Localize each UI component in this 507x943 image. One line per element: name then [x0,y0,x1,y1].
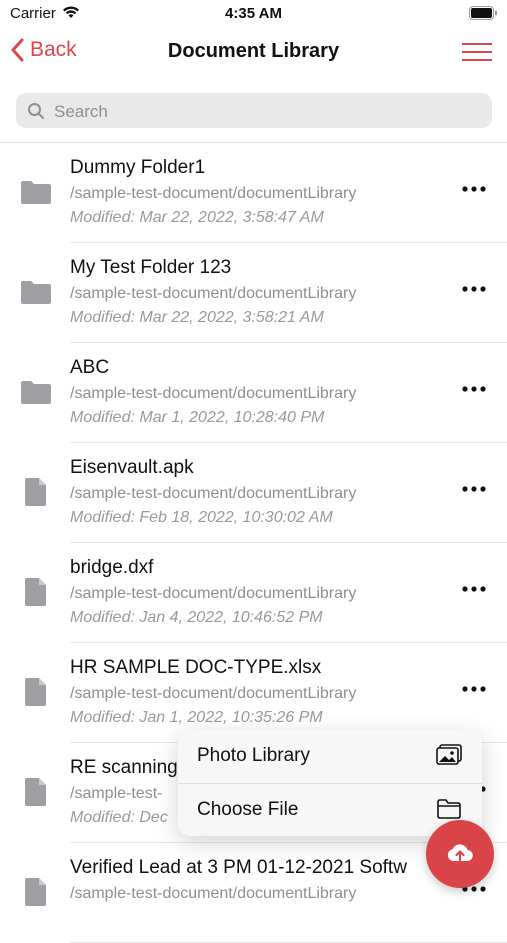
item-modified: Modified: Mar 1, 2022, 10:28:40 PM [70,409,325,426]
file-icon [24,677,56,706]
item-path: /sample-test-document/documentLibrary [70,585,357,602]
photo-library-icon [436,744,462,771]
item-modified: Modified: Mar 22, 2022, 3:58:47 AM [70,209,324,226]
file-icon [24,877,56,906]
item-path: /sample-test-document/documentLibrary [70,285,357,302]
more-horizontal-icon[interactable] [461,479,487,499]
file-icon [24,477,56,506]
item-title: My Test Folder 123 [70,257,232,278]
search-input[interactable] [52,93,486,130]
folder-icon [20,379,52,407]
photo-library-label: Photo Library [197,745,311,766]
search-icon [27,102,45,125]
item-path: /sample-test-document/documentLibrary [70,185,357,202]
choose-file-label: Choose File [197,799,299,820]
item-modified: Modified: Jan 1, 2022, 10:35:26 PM [70,709,323,726]
item-modified: Modified: Jan 4, 2022, 10:46:52 PM [70,609,323,626]
list-item[interactable]: My Test Folder 123/sample-test-document/… [0,243,507,343]
list-item[interactable]: ABC/sample-test-document/documentLibrary… [0,343,507,443]
list-item[interactable]: Dummy Folder1/sample-test-document/docum… [0,143,507,243]
item-modified: Modified: Feb 18, 2022, 10:30:02 AM [70,509,333,526]
list-item[interactable]: bridge.dxf/sample-test-document/document… [0,543,507,643]
more-horizontal-icon[interactable] [461,179,487,199]
item-title: RE scanning [70,757,178,778]
more-horizontal-icon[interactable] [461,679,487,699]
more-horizontal-icon[interactable] [461,379,487,399]
item-path: /sample-test-document/documentLibrary [70,685,357,702]
item-path: /sample-test-document/documentLibrary [70,485,357,502]
item-title: HR SAMPLE DOC-TYPE.xlsx [70,657,322,678]
status-bar: Carrier 4:35 AM [0,0,507,28]
more-horizontal-icon[interactable] [461,279,487,299]
upload-button[interactable] [426,820,494,888]
item-path: /sample-test-document/documentLibrary [70,385,357,402]
file-icon [24,577,56,606]
file-icon [24,777,56,806]
search-bar [16,93,492,130]
more-horizontal-icon[interactable] [461,579,487,599]
hamburger-menu-icon[interactable] [462,42,492,67]
upload-menu: Photo Library Choose File [178,730,482,836]
battery-icon [469,6,498,25]
status-time: 4:35 AM [225,5,282,22]
navigation-bar: Back Document Library [0,28,507,78]
item-title: Verified Lead at 3 PM 01-12-2021 Softw [70,857,407,878]
item-path: /sample-test-document/documentLibrary [70,885,357,902]
list-item[interactable]: Eisenvault.apk/sample-test-document/docu… [0,443,507,543]
item-title: Eisenvault.apk [70,457,194,478]
item-title: ABC [70,357,110,378]
page-title: Document Library [167,40,340,62]
folder-icon [20,179,52,207]
item-modified: Modified: Dec [70,809,168,826]
cloud-upload-icon [447,844,473,862]
item-title: bridge.dxf [70,557,154,578]
photo-library-option[interactable]: Photo Library [178,730,482,783]
folder-icon [20,279,52,307]
item-title: Dummy Folder1 [70,157,206,178]
item-modified: Modified: Mar 22, 2022, 3:58:21 AM [70,309,324,326]
list-item[interactable]: HR SAMPLE DOC-TYPE.xlsx/sample-test-docu… [0,643,507,743]
item-path: /sample-test- [70,785,163,802]
